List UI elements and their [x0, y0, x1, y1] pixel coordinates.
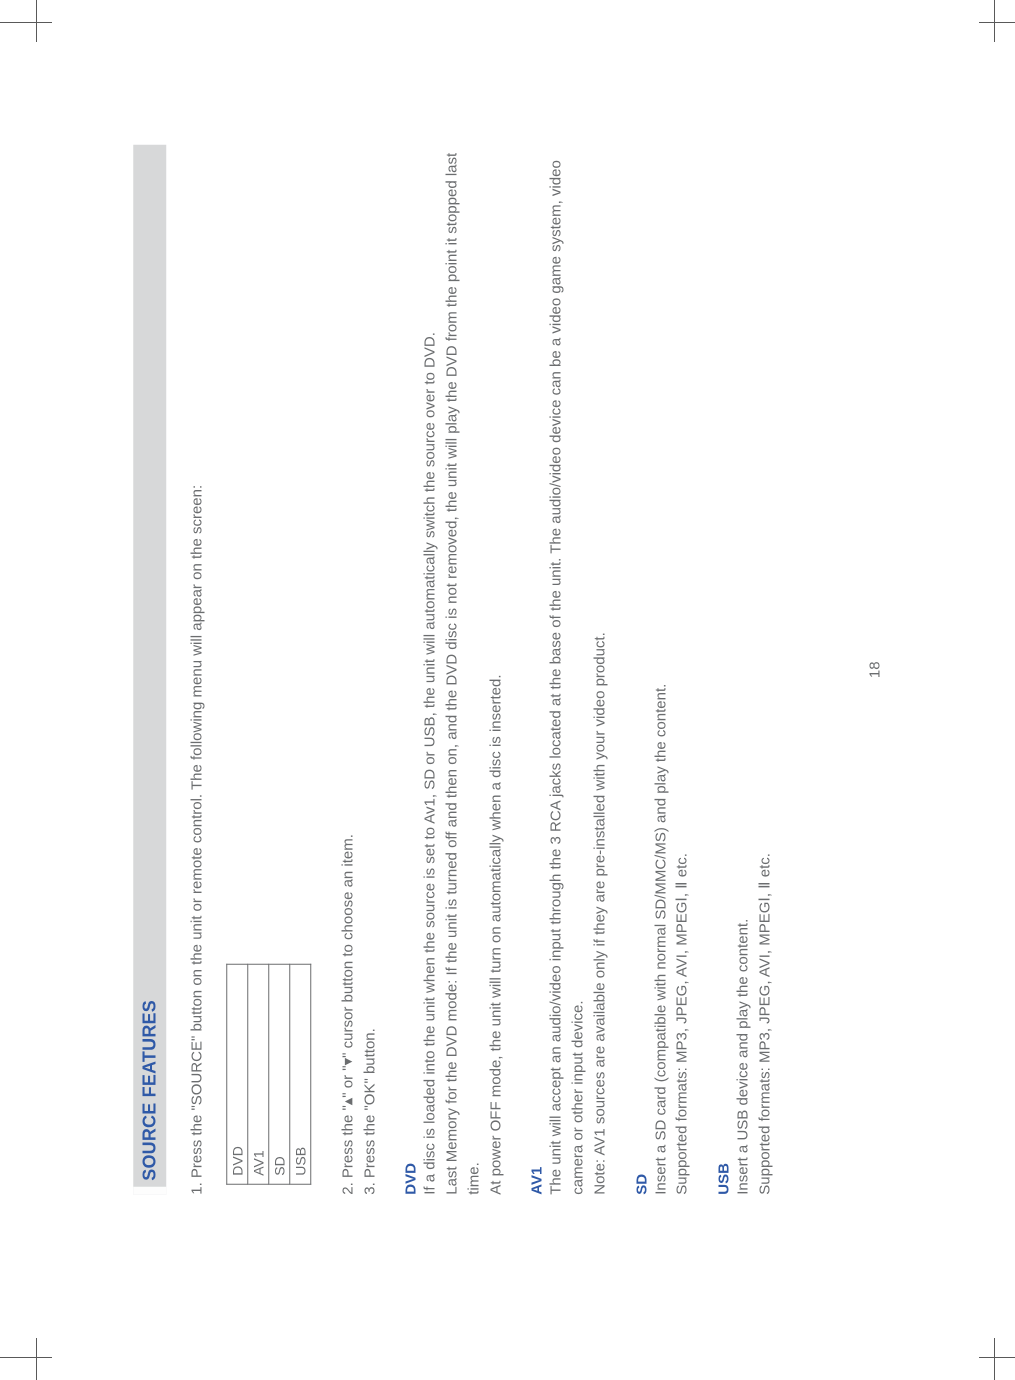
- dvd-paragraph: At power OFF mode, the unit will turn on…: [484, 145, 506, 1195]
- step-2-text: 2. Press the "▴" or "▾" cursor button to…: [337, 145, 359, 1195]
- crop-mark: [994, 1338, 995, 1380]
- crop-mark: [979, 22, 1015, 23]
- step-1-text: 1. Press the "SOURCE" button on the unit…: [186, 145, 208, 1195]
- menu-item: DVD: [226, 964, 247, 1184]
- sd-paragraph: Insert a SD card (compatible with normal…: [649, 145, 671, 1195]
- page-number: 18: [865, 145, 882, 1195]
- menu-item: USB: [289, 964, 310, 1184]
- step-3-text: 3. Press the "OK" button.: [358, 145, 380, 1195]
- crop-mark: [979, 1357, 1015, 1358]
- menu-item: AV1: [247, 964, 268, 1184]
- av1-paragraph: The unit will accept an audio/video inpu…: [545, 145, 589, 1195]
- dvd-heading: DVD: [402, 145, 419, 1195]
- usb-paragraph: Insert a USB device and play the content…: [732, 145, 754, 1195]
- usb-paragraph: Supported formats: MP3, JPEG, AVI, MPEGⅠ…: [754, 145, 776, 1195]
- sd-heading: SD: [632, 145, 649, 1195]
- dvd-paragraph: Last Memory for the DVD mode: If the uni…: [441, 145, 485, 1195]
- crop-mark: [36, 1338, 37, 1380]
- source-menu-table: DVD AV1 SD USB: [226, 964, 311, 1185]
- menu-item: SD: [268, 964, 289, 1184]
- section-title: SOURCE FEATURES: [139, 1000, 159, 1181]
- crop-mark: [0, 1357, 52, 1358]
- dvd-paragraph: If a disc is loaded into the unit when t…: [419, 145, 441, 1195]
- usb-heading: USB: [715, 145, 732, 1195]
- av1-heading: AV1: [528, 145, 545, 1195]
- sd-paragraph: Supported formats: MP3, JPEG, AVI, MPEGⅠ…: [671, 145, 693, 1195]
- av1-paragraph: Note: AV1 sources are available only if …: [589, 145, 611, 1195]
- crop-mark: [0, 22, 52, 23]
- crop-mark: [36, 0, 37, 42]
- section-title-bar: SOURCE FEATURES: [133, 145, 166, 1195]
- crop-mark: [994, 0, 995, 42]
- page-content: SOURCE FEATURES 1. Press the "SOURCE" bu…: [133, 85, 883, 1265]
